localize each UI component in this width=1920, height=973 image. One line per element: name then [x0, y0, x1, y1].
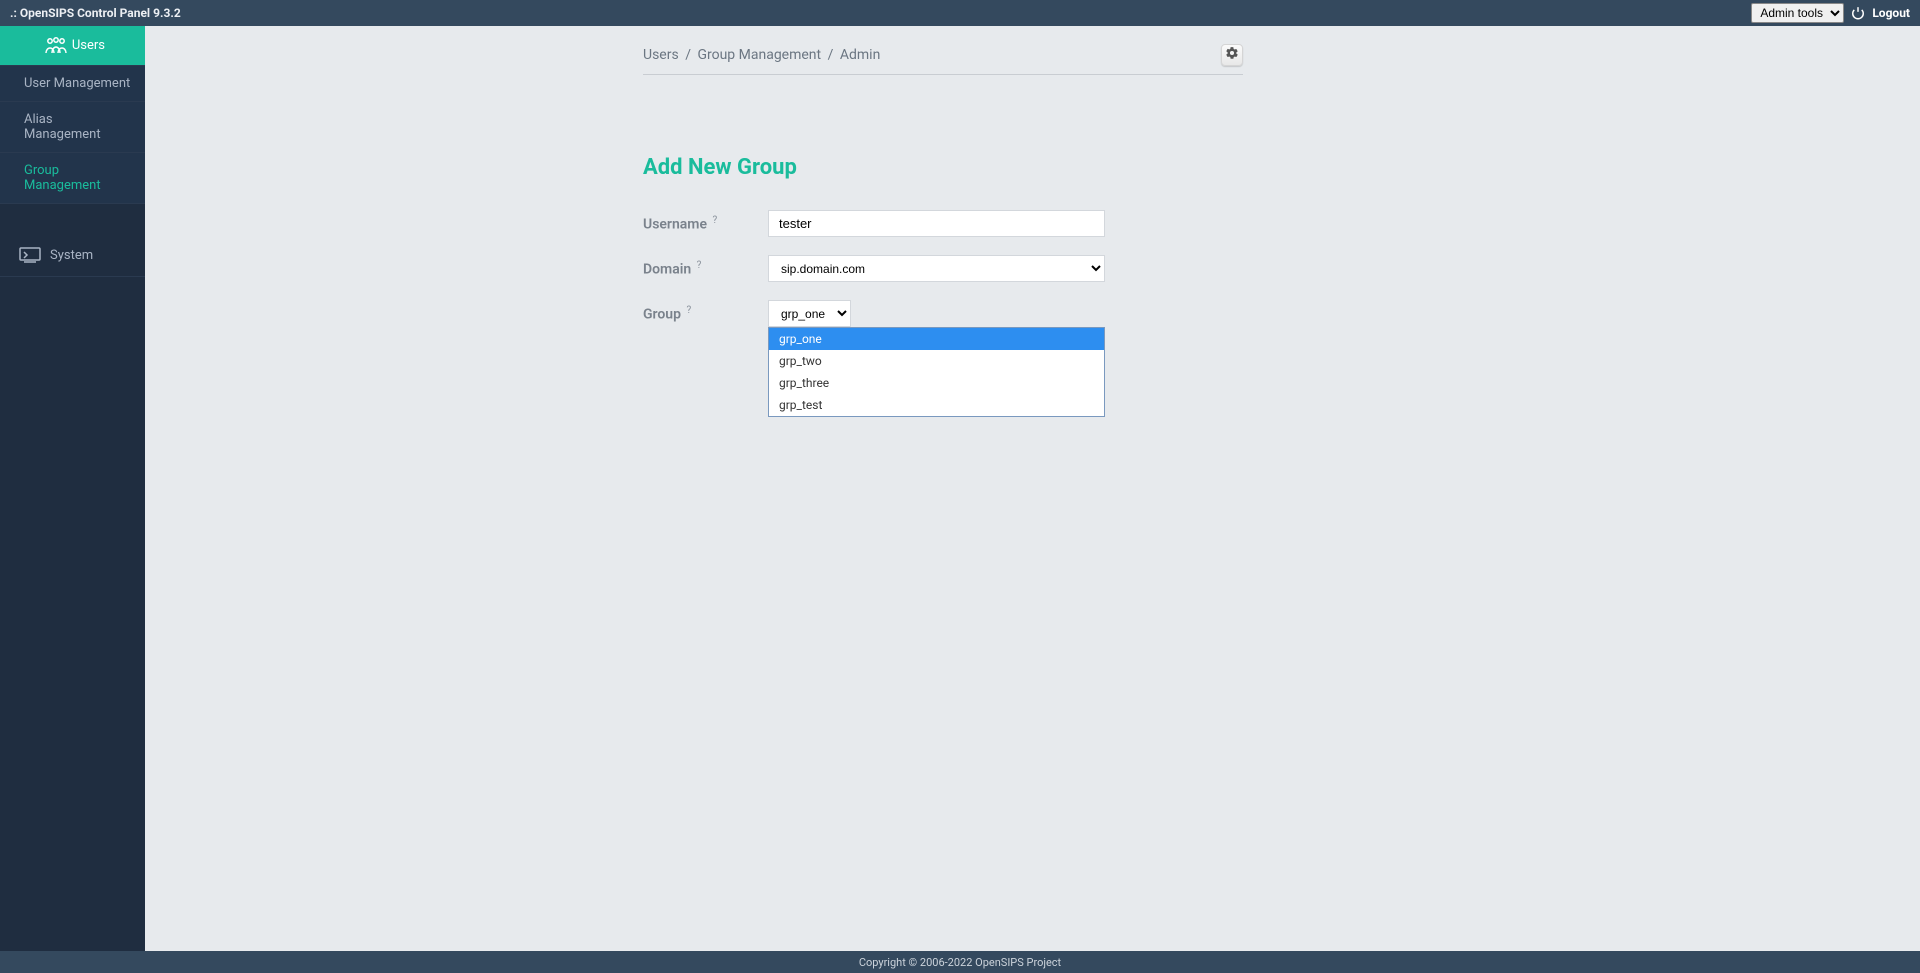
footer: Copyright © 2006-2022 OpenSIPS Project: [0, 951, 1920, 973]
breadcrumb-users[interactable]: Users: [643, 47, 679, 63]
breadcrumb-sep: /: [685, 47, 691, 63]
gear-icon: [1225, 46, 1239, 64]
username-label: Username ?: [643, 215, 768, 233]
form-row-domain: Domain ? sip.domain.com: [643, 255, 1243, 282]
breadcrumb-row: Users / Group Management / Admin: [643, 44, 1243, 75]
sidebar-item-label: User Management: [24, 76, 130, 91]
top-bar: .: OpenSIPS Control Panel 9.3.2 Admin to…: [0, 0, 1920, 26]
settings-button[interactable]: [1221, 44, 1243, 66]
group-option[interactable]: grp_one: [769, 328, 1104, 350]
sidebar-item-label: Group Management: [24, 163, 131, 193]
group-option[interactable]: grp_three: [769, 372, 1104, 394]
domain-label: Domain ?: [643, 260, 768, 278]
help-icon[interactable]: ?: [697, 260, 702, 271]
breadcrumb-group-mgmt[interactable]: Group Management: [697, 47, 821, 63]
logout-link[interactable]: Logout: [1872, 6, 1910, 20]
main-content: Users / Group Management / Admin Add New…: [145, 26, 1920, 951]
form-row-username: Username ?: [643, 210, 1243, 237]
page-title: Add New Group: [643, 155, 1243, 180]
sidebar-item-label: Alias Management: [24, 112, 131, 142]
group-dropdown-list: grp_one grp_two grp_three grp_test: [768, 327, 1105, 417]
app-title: .: OpenSIPS Control Panel 9.3.2: [10, 6, 181, 20]
sidebar: Users User Management Alias Management G…: [0, 26, 145, 951]
username-input[interactable]: [768, 210, 1105, 237]
sidebar-item-users[interactable]: Users: [0, 26, 145, 66]
sidebar-item-user-management[interactable]: User Management: [0, 66, 145, 102]
group-option[interactable]: grp_two: [769, 350, 1104, 372]
system-icon: [10, 246, 50, 264]
breadcrumb-admin[interactable]: Admin: [840, 47, 880, 63]
sidebar-item-group-management[interactable]: Group Management: [0, 153, 145, 204]
topbar-right: Admin tools Logout: [1751, 3, 1910, 23]
sidebar-item-system[interactable]: System: [0, 234, 145, 277]
breadcrumb: Users / Group Management / Admin: [643, 47, 880, 63]
admin-tools-select[interactable]: Admin tools: [1751, 3, 1844, 23]
breadcrumb-sep: /: [828, 47, 834, 63]
sidebar-item-alias-management[interactable]: Alias Management: [0, 102, 145, 153]
users-icon: [40, 36, 72, 56]
help-icon[interactable]: ?: [686, 305, 691, 316]
power-icon: [1850, 5, 1866, 21]
help-icon[interactable]: ?: [712, 215, 717, 226]
sidebar-item-label: Users: [72, 38, 105, 53]
sidebar-item-label: System: [50, 248, 93, 263]
group-option[interactable]: grp_test: [769, 394, 1104, 416]
footer-text: Copyright © 2006-2022 OpenSIPS Project: [859, 956, 1061, 969]
form-row-group: Group ? grp_one grp_one grp_two grp_thre…: [643, 300, 1243, 327]
group-label: Group ?: [643, 305, 768, 323]
domain-select[interactable]: sip.domain.com: [768, 255, 1105, 282]
group-select[interactable]: grp_one: [768, 300, 851, 327]
